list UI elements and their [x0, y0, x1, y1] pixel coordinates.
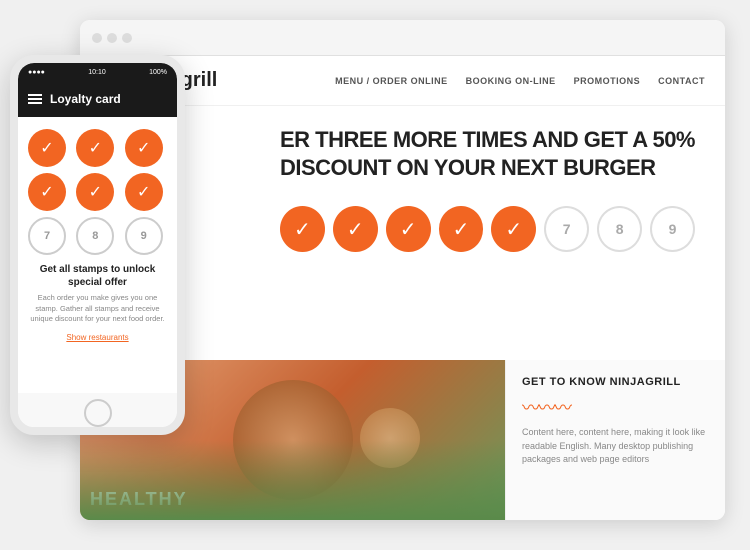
phone-stamp-1: ✓: [28, 129, 66, 167]
phone-home-button[interactable]: [84, 399, 112, 427]
phone: ●●●● 10:10 100% Loyalty card ✓ ✓ ✓: [10, 55, 185, 435]
stamp-2: ✓: [333, 206, 378, 252]
info-box-text: Content here, content here, making it lo…: [522, 426, 709, 467]
phone-stamp-3: ✓: [125, 129, 163, 167]
browser-dot-1: [92, 33, 102, 43]
hamburger-line-3: [28, 102, 42, 104]
info-box-divider: 〰〰〰: [522, 394, 709, 420]
stamps-row: ✓ ✓ ✓ ✓ ✓ 7 8 9: [280, 206, 695, 252]
stamp-7: 8: [597, 206, 642, 252]
scene: ninjagrill MENU / ORDER ONLINE BOOKING O…: [0, 0, 750, 550]
info-box: GET TO KNOW NINJAGRILL 〰〰〰 Content here,…: [505, 360, 725, 520]
phone-offer-title: Get all stamps to unlock special offer: [28, 263, 167, 289]
phone-body: ✓ ✓ ✓ ✓ ✓ ✓ 7 8 9 Get all stamps to unlo…: [18, 117, 177, 393]
nav-link-promotions[interactable]: PROMOTIONS: [574, 76, 641, 86]
phone-time: 10:10: [88, 69, 106, 76]
phone-stamp-6: ✓: [125, 173, 163, 211]
stamp-3: ✓: [386, 206, 431, 252]
phone-offer-desc: Each order you make gives you one stamp.…: [28, 293, 167, 325]
phone-stamp-2: ✓: [76, 129, 114, 167]
stamp-4: ✓: [439, 206, 484, 252]
phone-battery: 100%: [149, 69, 167, 76]
site-nav-links: MENU / ORDER ONLINE BOOKING ON-LINE PROM…: [335, 76, 705, 86]
phone-app-header: Loyalty card: [18, 81, 177, 117]
phone-status-bar: ●●●● 10:10 100%: [18, 63, 177, 81]
browser-bar: [80, 20, 725, 56]
site-headline: ER THREE MORE TIMES AND GET A 50% DISCOU…: [280, 126, 695, 181]
nav-link-contact[interactable]: CONTACT: [658, 76, 705, 86]
browser-dot-2: [107, 33, 117, 43]
show-restaurants-link[interactable]: Show restaurants: [28, 333, 167, 342]
nav-link-booking[interactable]: BOOKING ON-LINE: [466, 76, 556, 86]
phone-stamps-grid: ✓ ✓ ✓ ✓ ✓ ✓ 7 8 9: [28, 129, 167, 255]
stamp-6: 7: [544, 206, 589, 252]
nav-link-menu[interactable]: MENU / ORDER ONLINE: [335, 76, 448, 86]
stamp-5: ✓: [491, 206, 536, 252]
hamburger-line-2: [28, 98, 42, 100]
food-decor-green: [80, 440, 505, 520]
hamburger-icon[interactable]: [28, 94, 42, 104]
info-box-title: GET TO KNOW NINJAGRILL: [522, 376, 709, 388]
browser-dot-3: [122, 33, 132, 43]
phone-signal: ●●●●: [28, 69, 45, 76]
phone-stamp-5: ✓: [76, 173, 114, 211]
phone-stamp-4: ✓: [28, 173, 66, 211]
browser-dots: [92, 33, 132, 43]
phone-stamp-9: 9: [125, 217, 163, 255]
stamp-8: 9: [650, 206, 695, 252]
hamburger-line-1: [28, 94, 42, 96]
phone-stamp-7: 7: [28, 217, 66, 255]
phone-stamp-8: 8: [76, 217, 114, 255]
phone-header-title: Loyalty card: [50, 92, 121, 106]
stamp-1: ✓: [280, 206, 325, 252]
phone-inner: ●●●● 10:10 100% Loyalty card ✓ ✓ ✓: [18, 63, 177, 427]
